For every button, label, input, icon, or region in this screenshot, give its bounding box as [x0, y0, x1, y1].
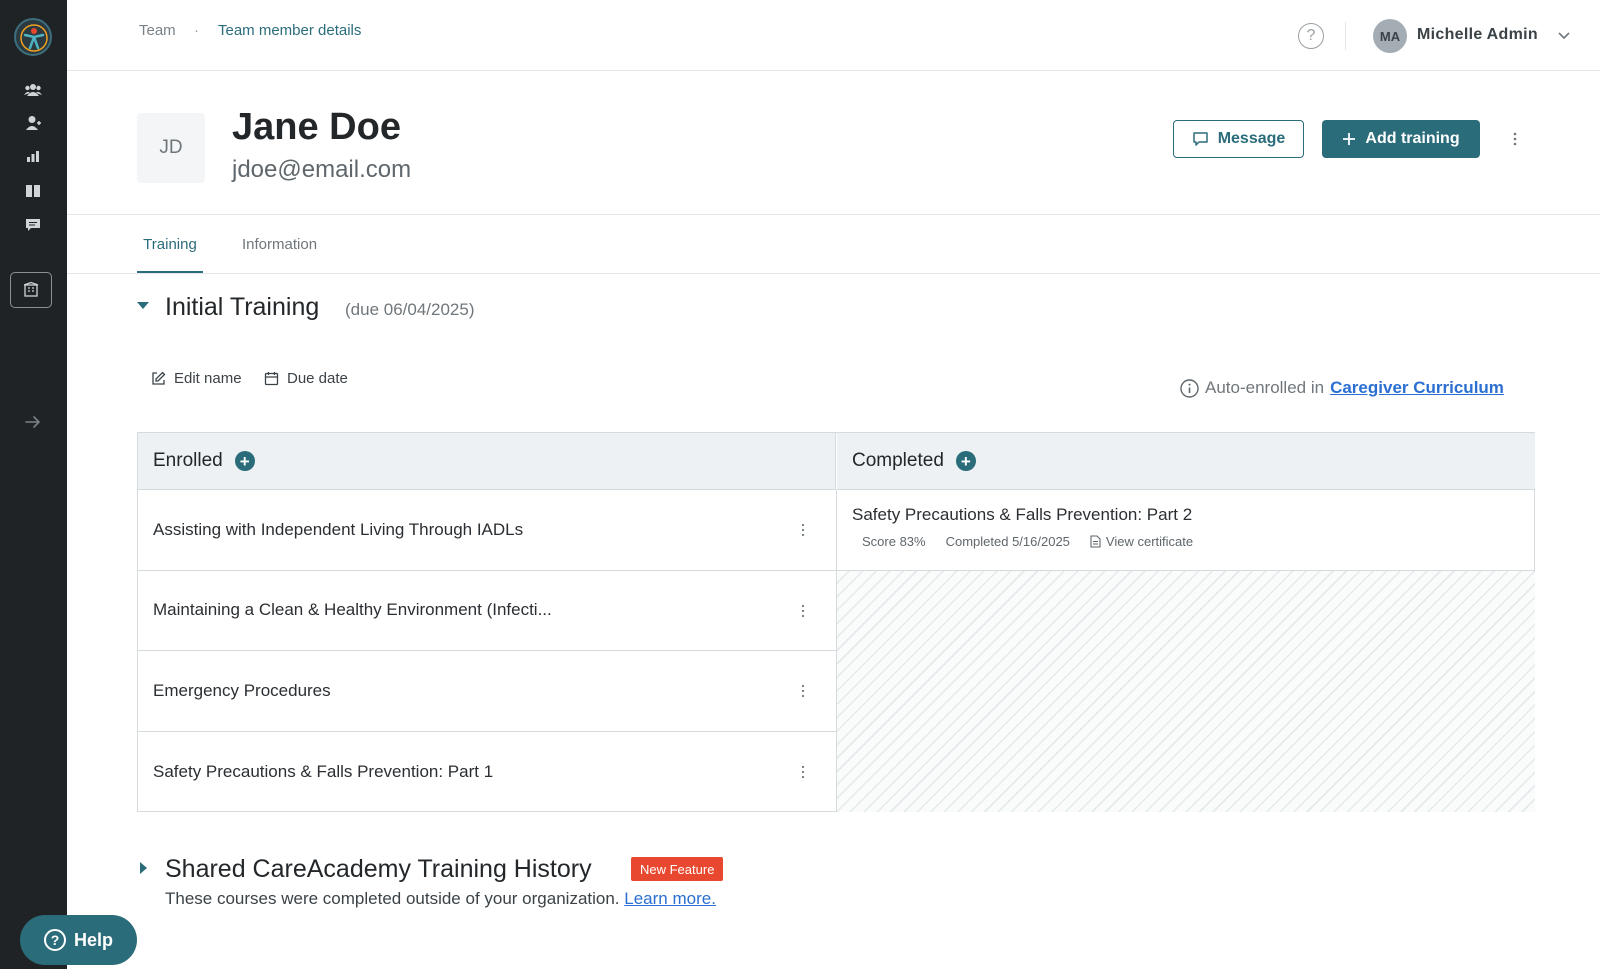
- message-button-label: Message: [1217, 130, 1286, 147]
- info-icon: [1180, 378, 1199, 398]
- message-bubble-icon: [1192, 132, 1208, 146]
- section-title: Initial Training: [165, 293, 320, 321]
- reports-chart-icon[interactable]: [23, 146, 43, 166]
- help-circle-icon[interactable]: ?: [1298, 23, 1324, 49]
- enrolled-item-title: Safety Precautions & Falls Prevention: P…: [153, 761, 494, 781]
- add-training-button[interactable]: Add training: [1322, 120, 1480, 158]
- view-certificate-link[interactable]: View certificate: [1090, 534, 1193, 549]
- enrolled-item[interactable]: Assisting with Independent Living Throug…: [138, 490, 836, 571]
- header-divider: [1345, 22, 1346, 50]
- document-icon: [1090, 535, 1101, 548]
- completed-label: Completed: [852, 450, 944, 471]
- messages-chat-icon[interactable]: [23, 215, 43, 235]
- completed-empty-area: [837, 571, 1535, 812]
- app-logo-icon[interactable]: [14, 18, 52, 56]
- auto-enroll-text: Auto-enrolled in: [1205, 378, 1325, 397]
- add-person-icon[interactable]: [23, 113, 43, 133]
- edit-pencil-icon: [152, 371, 166, 385]
- completed-item-meta: Score 83% Completed 5/16/2025 View certi…: [852, 534, 1520, 549]
- enrolled-label: Enrolled: [153, 450, 223, 471]
- completed-score: Score 83%: [862, 534, 926, 549]
- member-name: Jane Doe: [232, 106, 401, 148]
- organization-building-icon[interactable]: [10, 272, 52, 308]
- shared-description-text: These courses were completed outside of …: [165, 889, 620, 908]
- shared-history-title: Shared CareAcademy Training History: [165, 855, 592, 883]
- completed-item-title: Safety Precautions & Falls Prevention: P…: [852, 505, 1193, 524]
- calendar-icon: [264, 372, 279, 386]
- member-avatar: JD: [137, 113, 205, 183]
- completed-item[interactable]: Safety Precautions & Falls Prevention: P…: [837, 490, 1535, 571]
- edit-name-label: Edit name: [174, 370, 242, 387]
- tab-training[interactable]: Training: [137, 232, 203, 274]
- enrolled-item-title: Maintaining a Clean & Healthy Environmen…: [153, 600, 552, 620]
- breadcrumb-separator: ·: [194, 22, 199, 39]
- learn-more-link[interactable]: Learn more.: [624, 889, 716, 908]
- chevron-down-icon[interactable]: [1557, 28, 1571, 42]
- auto-enroll-notice: Auto-enrolled in Caregiver Curriculum: [1180, 378, 1504, 398]
- view-certificate-label: View certificate: [1105, 534, 1194, 549]
- tab-information[interactable]: Information: [242, 232, 317, 253]
- completed-date: Completed 5/16/2025: [945, 534, 1070, 549]
- user-menu-name[interactable]: Michelle Admin: [1417, 26, 1538, 44]
- breadcrumb-team-link[interactable]: Team: [139, 22, 176, 39]
- section-due-date: (due 06/04/2025): [345, 300, 475, 319]
- add-training-label: Add training: [1365, 130, 1460, 147]
- due-date-label: Due date: [287, 370, 348, 387]
- tabs-divider: [67, 273, 1600, 274]
- new-feature-badge: New Feature: [631, 857, 724, 881]
- training-board: Enrolled + Completed + Assisting with In…: [137, 432, 1535, 812]
- library-book-icon[interactable]: [23, 181, 43, 201]
- sidebar: [0, 0, 67, 969]
- breadcrumb-current: Team member details: [218, 22, 362, 39]
- enrolled-item[interactable]: Maintaining a Clean & Healthy Environmen…: [138, 571, 836, 651]
- row-kebab-icon[interactable]: [800, 603, 806, 619]
- row-kebab-icon[interactable]: [800, 764, 806, 780]
- member-email: jdoe@email.com: [232, 156, 412, 183]
- collapse-caret-down-icon[interactable]: [137, 302, 149, 309]
- add-enrolled-plus-icon[interactable]: +: [234, 451, 255, 471]
- expand-caret-right-icon[interactable]: [140, 862, 147, 874]
- expand-sidebar-arrow-icon[interactable]: [24, 415, 44, 435]
- edit-name-button[interactable]: Edit name: [151, 370, 242, 387]
- help-button[interactable]: ? Help: [20, 915, 137, 965]
- more-options-kebab-icon[interactable]: [1510, 128, 1520, 150]
- plus-icon: [1343, 133, 1356, 145]
- top-header: Team · Team member details ? MA Michelle…: [67, 0, 1600, 71]
- enrolled-item[interactable]: Safety Precautions & Falls Prevention: P…: [138, 732, 836, 813]
- enrolled-item-title: Emergency Procedures: [153, 680, 331, 700]
- row-kebab-icon[interactable]: [800, 683, 806, 699]
- enrolled-item[interactable]: Emergency Procedures: [138, 651, 836, 732]
- message-button[interactable]: Message: [1173, 120, 1304, 158]
- enrolled-item-title: Assisting with Independent Living Throug…: [153, 519, 524, 539]
- user-avatar[interactable]: MA: [1373, 19, 1407, 53]
- profile-divider: [67, 214, 1600, 215]
- row-kebab-icon[interactable]: [800, 522, 806, 538]
- shared-history-description: These courses were completed outside of …: [165, 889, 716, 909]
- curriculum-link[interactable]: Caregiver Curriculum: [1330, 378, 1504, 398]
- completed-column-header: Completed +: [837, 433, 1535, 490]
- enrolled-column-header: Enrolled +: [138, 433, 836, 490]
- enrolled-list: Assisting with Independent Living Throug…: [138, 490, 837, 812]
- team-icon[interactable]: [23, 80, 43, 100]
- due-date-button[interactable]: Due date: [264, 370, 348, 387]
- help-label: Help: [73, 929, 113, 950]
- help-question-icon: ?: [43, 929, 66, 951]
- add-completed-plus-icon[interactable]: +: [955, 451, 976, 471]
